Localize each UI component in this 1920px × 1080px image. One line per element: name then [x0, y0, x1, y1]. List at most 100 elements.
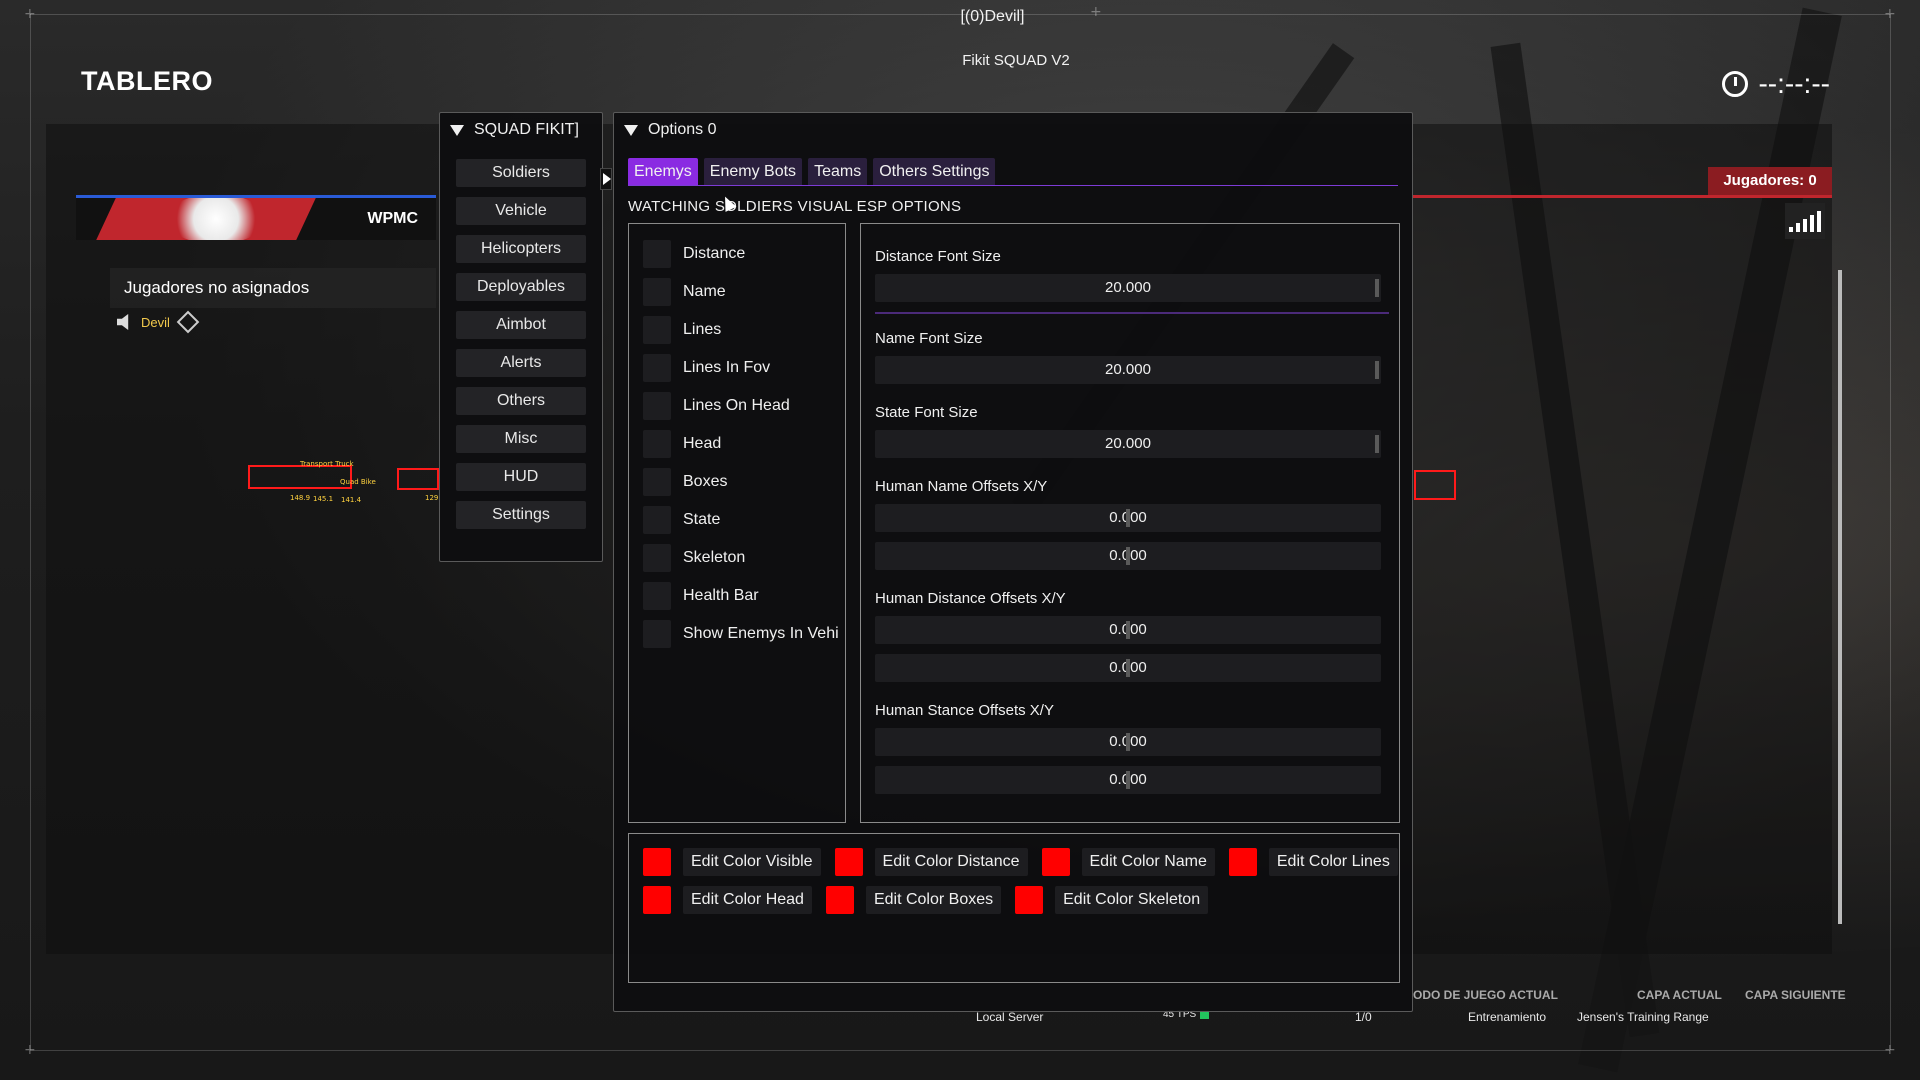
checkbox[interactable]: [643, 278, 671, 306]
slider-grab[interactable]: [1126, 659, 1130, 677]
slider-grab[interactable]: [1126, 621, 1130, 639]
slider-grab[interactable]: [1126, 547, 1130, 565]
edit-color-distance-button[interactable]: Edit Color Distance: [874, 848, 1028, 876]
color-swatch[interactable]: [1015, 886, 1044, 914]
tab-enemy-bots[interactable]: Enemy Bots: [703, 158, 803, 185]
slider-value: 20.000: [1105, 361, 1151, 378]
side-item-alerts[interactable]: Alerts: [456, 349, 586, 377]
side-item-vehicle[interactable]: Vehicle: [456, 197, 586, 225]
side-item-settings[interactable]: Settings: [456, 501, 586, 529]
toggle-skeleton[interactable]: Skeleton: [643, 544, 839, 572]
checkbox[interactable]: [643, 392, 671, 420]
checkbox[interactable]: [643, 316, 671, 344]
edit-color-skeleton-button[interactable]: Edit Color Skeleton: [1055, 886, 1209, 914]
esp-label: 141.4: [341, 496, 362, 504]
color-swatch[interactable]: [825, 886, 854, 914]
players-count-badge: Jugadores: 0: [1708, 167, 1832, 195]
options-header[interactable]: Options 0: [614, 113, 1412, 147]
toggle-label: Lines: [683, 321, 722, 338]
slider-grab[interactable]: [1375, 435, 1379, 453]
checkbox[interactable]: [643, 544, 671, 572]
scoreboard-scrollbar[interactable]: [1838, 270, 1842, 924]
toggle-lines-in-fov[interactable]: Lines In Fov: [643, 354, 839, 382]
name-offset-y-slider[interactable]: 0.000: [875, 542, 1381, 570]
toggle-health-bar[interactable]: Health Bar: [643, 582, 839, 610]
color-item-name: Edit Color Name: [1041, 848, 1215, 876]
side-item-misc[interactable]: Misc: [456, 425, 586, 453]
toggle-state[interactable]: State: [643, 506, 839, 534]
collapse-triangle-icon[interactable]: [450, 124, 464, 136]
tab-others-settings[interactable]: Others Settings: [873, 158, 996, 185]
color-swatch[interactable]: [1041, 848, 1070, 876]
options-tab-bar: Enemys Enemy Bots Teams Others Settings: [628, 158, 1398, 186]
toggle-boxes[interactable]: Boxes: [643, 468, 839, 496]
esp-toggle-list: Distance Name Lines Lines In Fov Lines O…: [628, 223, 846, 823]
toggle-head[interactable]: Head: [643, 430, 839, 458]
toggle-label: State: [683, 511, 721, 528]
slider-value: 20.000: [1105, 435, 1151, 452]
slider-grab[interactable]: [1126, 509, 1130, 527]
checkbox[interactable]: [643, 468, 671, 496]
collapse-triangle-icon[interactable]: [624, 124, 638, 136]
esp-vehicle-box: [1414, 470, 1456, 500]
side-item-hud[interactable]: HUD: [456, 463, 586, 491]
player-row[interactable]: Devil: [117, 310, 200, 334]
distance-offset-x-slider[interactable]: 0.000: [875, 616, 1381, 644]
color-swatch[interactable]: [834, 848, 863, 876]
color-swatch[interactable]: [643, 848, 671, 876]
checkbox[interactable]: [643, 620, 671, 648]
edit-color-visible-button[interactable]: Edit Color Visible: [683, 848, 821, 876]
distance-offset-y-slider[interactable]: 0.000: [875, 654, 1381, 682]
current-layer-value: Jensen's Training Range: [1577, 1010, 1709, 1024]
slider-grab[interactable]: [1375, 279, 1379, 297]
side-item-aimbot[interactable]: Aimbot: [456, 311, 586, 339]
state-font-size-slider[interactable]: 20.000: [875, 430, 1381, 458]
role-badge-icon: [176, 310, 200, 334]
name-font-size-slider[interactable]: 20.000: [875, 356, 1381, 384]
edit-color-head-button[interactable]: Edit Color Head: [683, 886, 812, 914]
edit-color-boxes-button[interactable]: Edit Color Boxes: [865, 886, 1002, 914]
edit-color-lines-button[interactable]: Edit Color Lines: [1268, 848, 1398, 876]
slider-grab[interactable]: [1126, 771, 1130, 789]
player-name: Devil: [141, 314, 170, 330]
checkbox[interactable]: [643, 240, 671, 268]
toggle-name[interactable]: Name: [643, 278, 839, 306]
edit-color-name-button[interactable]: Edit Color Name: [1081, 848, 1215, 876]
stance-offset-y-slider[interactable]: 0.000: [875, 766, 1381, 794]
esp-label: Quad Bike: [340, 478, 376, 486]
stance-offset-x-slider[interactable]: 0.000: [875, 728, 1381, 756]
match-timer: --:--:--: [1722, 68, 1830, 100]
checkbox[interactable]: [643, 430, 671, 458]
toggle-show-enemys-in-vehicle[interactable]: Show Enemys In Vehic: [643, 620, 839, 648]
current-layer-label: CAPA ACTUAL: [1637, 988, 1722, 1002]
slider-grab[interactable]: [1375, 361, 1379, 379]
color-editor-panel: Edit Color Visible Edit Color Distance E…: [628, 833, 1400, 983]
side-item-deployables[interactable]: Deployables: [456, 273, 586, 301]
side-item-soldiers[interactable]: Soldiers: [456, 159, 586, 187]
hud-frame-right: [1890, 14, 1891, 1050]
side-menu-header[interactable]: SQUAD FIKIT]: [440, 113, 602, 147]
signal-strength-icon[interactable]: [1785, 203, 1825, 239]
color-row: Edit Color Head Edit Color Boxes Edit Co…: [643, 886, 1209, 914]
tab-teams[interactable]: Teams: [808, 158, 868, 185]
name-offset-x-slider[interactable]: 0.000: [875, 504, 1381, 532]
color-item-lines: Edit Color Lines: [1228, 848, 1398, 876]
color-swatch[interactable]: [1228, 848, 1257, 876]
tab-enemys[interactable]: Enemys: [628, 158, 698, 185]
name-offsets-label: Human Name Offsets X/Y: [875, 478, 1048, 495]
toggle-lines[interactable]: Lines: [643, 316, 839, 344]
side-item-helicopters[interactable]: Helicopters: [456, 235, 586, 263]
expand-arrow-icon[interactable]: [600, 168, 612, 190]
color-swatch[interactable]: [643, 886, 671, 914]
checkbox[interactable]: [643, 506, 671, 534]
toggle-lines-on-head[interactable]: Lines On Head: [643, 392, 839, 420]
side-item-others[interactable]: Others: [456, 387, 586, 415]
distance-font-size-slider[interactable]: 20.000: [875, 274, 1381, 302]
scoreboard-title: TABLERO: [81, 66, 213, 96]
toggle-distance[interactable]: Distance: [643, 240, 839, 268]
slider-grab[interactable]: [1126, 733, 1130, 751]
timer-value: --:--:--: [1758, 68, 1830, 99]
checkbox[interactable]: [643, 582, 671, 610]
toggle-label: Show Enemys In Vehic: [683, 625, 839, 642]
checkbox[interactable]: [643, 354, 671, 382]
